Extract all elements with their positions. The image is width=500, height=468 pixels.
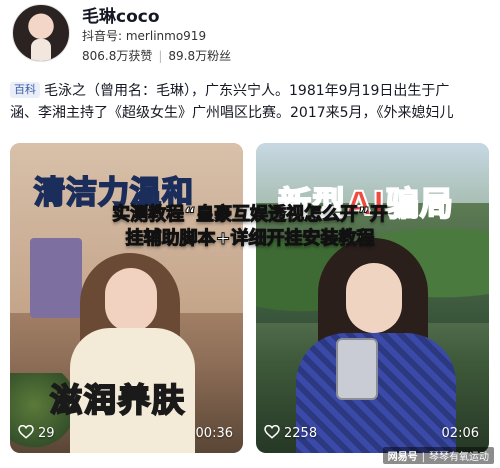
video-likes-count: 2258 bbox=[284, 426, 318, 441]
video-likes-count: 29 bbox=[38, 426, 55, 441]
watermark-site: 网易号 bbox=[387, 452, 418, 463]
video-likes: 29 bbox=[18, 425, 55, 441]
watermark: 网易号 | 琴琴有氧运动 bbox=[382, 447, 494, 464]
overlay-title-line-2: 挂辅助脚本+详细开挂安装教程 bbox=[125, 228, 375, 250]
watermark-author: 琴琴有氧运动 bbox=[429, 452, 489, 463]
video-duration: 00:36 bbox=[195, 426, 233, 441]
video-duration: 02:06 bbox=[441, 426, 479, 441]
video-caption-bottom: 滋润养肤 bbox=[49, 380, 187, 420]
heart-icon bbox=[18, 425, 34, 439]
thumbnail-person bbox=[105, 268, 157, 332]
overlay-title: 实测教程“皇豪互娱透视怎么开”开 挂辅助脚本+详细开挂安装教程 bbox=[60, 203, 440, 251]
likes-count: 806.8万获赞 bbox=[82, 49, 153, 63]
heart-icon bbox=[264, 425, 280, 439]
stats-divider: | bbox=[158, 49, 163, 63]
bio-line-2: 涵、李湘主持了《超级女生》广州唱区比赛。2017来5月，《外来媳妇儿 bbox=[10, 105, 454, 121]
thumbnail-person bbox=[346, 263, 402, 333]
phone-icon bbox=[336, 338, 378, 400]
profile-stats: 806.8万获赞 | 89.8万粉丝 bbox=[82, 47, 231, 64]
watermark-divider: | bbox=[421, 452, 425, 463]
bio-line-1-text: 毛泳之（曾用名：毛琳），广东兴宁人。1981年9月19日出生于广 bbox=[44, 83, 450, 99]
fans-count: 89.8万粉丝 bbox=[168, 49, 232, 63]
avatar[interactable] bbox=[12, 4, 70, 62]
profile-name[interactable]: 毛琳coco bbox=[82, 2, 160, 27]
baike-tag[interactable]: 百科 bbox=[10, 82, 40, 98]
bio-text[interactable]: 百科 毛泳之（曾用名：毛琳），广东兴宁人。1981年9月19日出生于广 涵、李湘主… bbox=[10, 80, 500, 124]
video-card[interactable]: 新型AI骗局 2258 02:06 bbox=[256, 143, 489, 453]
video-card[interactable]: 清洁力温和 滋润养肤 29 00:36 bbox=[10, 143, 243, 453]
video-likes: 2258 bbox=[264, 425, 317, 441]
douyin-id: 抖音号: merlinmo919 bbox=[82, 29, 207, 43]
profile-header: 毛琳coco 抖音号: merlinmo919 806.8万获赞 | 89.8万粉丝 bbox=[0, 0, 500, 74]
bio-line-1: 百科 毛泳之（曾用名：毛琳），广东兴宁人。1981年9月19日出生于广 bbox=[10, 80, 500, 102]
overlay-title-line-1: 实测教程“皇豪互娱透视怎么开”开 bbox=[112, 204, 389, 226]
